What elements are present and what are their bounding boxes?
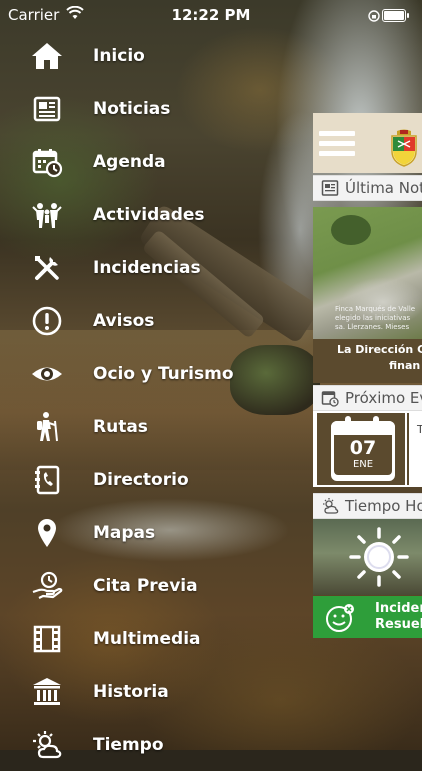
hand-clock-icon (30, 569, 64, 603)
side-menu: Inicio Noticias Agenda Actividades Incid… (0, 30, 312, 759)
event-title: T (417, 423, 422, 436)
next-event-title: Próximo Ev (345, 389, 422, 407)
news-image-overlay: Finca Marqués de Valle elegido las inici… (335, 305, 416, 331)
menu-item-cita-previa[interactable]: Cita Previa (0, 560, 312, 612)
menu-item-historia[interactable]: Historia (0, 666, 312, 718)
menu-item-agenda[interactable]: Agenda (0, 136, 312, 188)
battery-icon (382, 9, 409, 22)
municipal-shield-icon (391, 129, 417, 167)
film-icon (30, 622, 64, 656)
menu-label: Actividades (93, 205, 205, 225)
menu-item-inicio[interactable]: Inicio (0, 30, 312, 82)
menu-label: Mapas (93, 523, 156, 543)
event-card[interactable]: 07 ENE T (313, 411, 422, 487)
next-event-header: Próximo Ev (313, 385, 422, 411)
weather-icon (30, 728, 64, 762)
hiker-icon (30, 410, 64, 444)
app-header (313, 113, 422, 173)
rotation-lock-icon (368, 8, 380, 22)
menu-item-actividades[interactable]: Actividades (0, 189, 312, 241)
latest-news-title: Última Noti (345, 179, 422, 197)
calendar-clock-icon (321, 391, 339, 407)
menu-label: Noticias (93, 99, 171, 119)
menu-item-ocio-y-turismo[interactable]: Ocio y Turismo (0, 348, 312, 400)
event-day: 07 (349, 437, 377, 459)
menu-label: Historia (93, 682, 169, 702)
menu-item-incidencias[interactable]: Incidencias (0, 242, 312, 294)
home-icon (30, 39, 64, 73)
menu-label: Avisos (93, 311, 155, 331)
phonebook-icon (30, 463, 64, 497)
incidents-line1: Inciden (375, 601, 422, 616)
smiley-icon (326, 604, 354, 632)
status-bar: Carrier 12:22 PM (0, 0, 422, 30)
menu-label: Multimedia (93, 629, 201, 649)
newspaper-icon (30, 92, 64, 126)
menu-label: Agenda (93, 152, 166, 172)
newspaper-icon (321, 180, 339, 196)
eye-icon (30, 357, 64, 391)
weather-title: Tiempo Ho (345, 497, 422, 515)
event-date-calendar-icon: 07 ENE (317, 413, 405, 485)
event-month: ENE (352, 459, 374, 470)
menu-item-rutas[interactable]: Rutas (0, 401, 312, 453)
menu-label: Directorio (93, 470, 189, 490)
incidents-line2: Resuel (375, 617, 422, 632)
hamburger-menu-icon[interactable] (319, 131, 355, 159)
menu-item-avisos[interactable]: Avisos (0, 295, 312, 347)
menu-item-noticias[interactable]: Noticias (0, 83, 312, 135)
people-icon (30, 198, 64, 232)
weather-header: Tiempo Ho (313, 493, 422, 519)
map-pin-icon (30, 516, 64, 550)
tools-icon (30, 251, 64, 285)
menu-item-tiempo[interactable]: Tiempo (0, 719, 312, 771)
menu-label: Inicio (93, 46, 145, 66)
main-content-panel[interactable]: Última Noti Finca Marqués de Valle elegi… (313, 113, 422, 750)
menu-item-mapas[interactable]: Mapas (0, 507, 312, 559)
news-headline[interactable]: La Dirección Gen finan (313, 339, 422, 383)
menu-label: Cita Previa (93, 576, 198, 596)
weather-icon (323, 498, 339, 514)
sun-icon (349, 527, 409, 587)
menu-label: Rutas (93, 417, 148, 437)
latest-news-header: Última Noti (313, 175, 422, 201)
museum-icon (30, 675, 64, 709)
weather-card[interactable] (313, 519, 422, 595)
resolved-incidents-banner[interactable]: Inciden Resuel (313, 596, 422, 638)
clock: 12:22 PM (171, 6, 251, 24)
calendar-clock-icon (30, 145, 64, 179)
menu-item-multimedia[interactable]: Multimedia (0, 613, 312, 665)
menu-item-directorio[interactable]: Directorio (0, 454, 312, 506)
news-image[interactable]: Finca Marqués de Valle elegido las inici… (313, 207, 422, 339)
alert-icon (30, 304, 64, 338)
news-headline-line2: finan (389, 359, 421, 372)
menu-label: Tiempo (93, 735, 164, 755)
menu-label: Incidencias (93, 258, 201, 278)
menu-label: Ocio y Turismo (93, 364, 234, 384)
news-headline-line1: La Dirección Gen (337, 343, 422, 356)
